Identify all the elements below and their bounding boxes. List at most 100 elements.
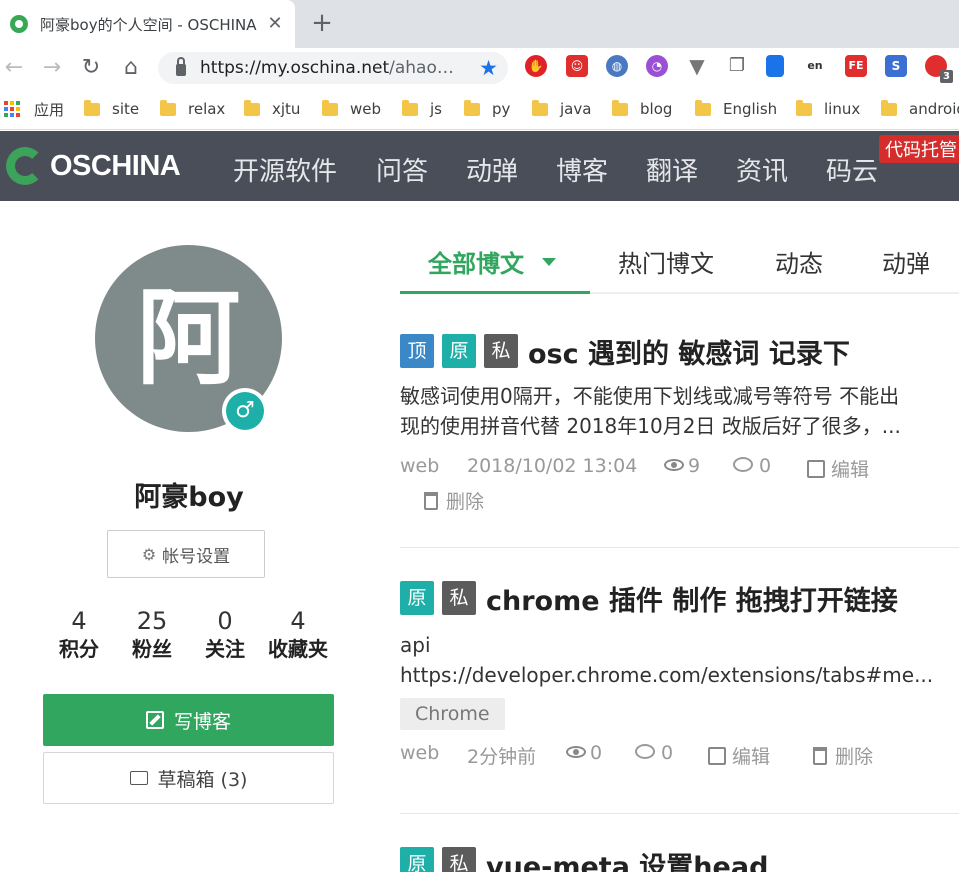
bookmark-folder[interactable]: site — [84, 98, 139, 120]
nav-gitee[interactable]: 码云 — [826, 151, 878, 188]
stat-favorites[interactable]: 4 收藏夹 — [262, 606, 334, 662]
post-time: 2018/10/02 13:04 — [467, 455, 638, 477]
new-tab-button[interactable]: + — [308, 10, 336, 38]
folder-icon — [612, 99, 628, 116]
forward-icon[interactable]: → — [38, 54, 66, 82]
private-tag: 私 — [442, 847, 476, 872]
bookmark-folder[interactable]: xjtu — [244, 98, 300, 120]
post-title[interactable]: osc 遇到的 敏感词 记录下 — [528, 332, 850, 371]
tab-hot-posts[interactable]: 热门博文 — [618, 244, 714, 279]
blog-post: 原 私 vue-meta 设置head — [400, 846, 959, 872]
blue-bookmark-icon[interactable] — [766, 55, 784, 77]
trash-icon — [424, 491, 438, 510]
folder-icon — [84, 99, 100, 116]
bookmark-folder[interactable]: android — [881, 98, 959, 120]
tab-close-icon[interactable]: ✕ — [265, 14, 285, 34]
bookmarks-bar: 应用 site relax xjtu web js py java blog E… — [0, 88, 959, 130]
site-navbar: OSCHINA 开源软件 问答 动弹 博客 翻译 资讯 码云 代码托管 — [0, 131, 959, 201]
apps-icon — [4, 101, 20, 117]
bookmark-extension-icon[interactable]: ❐ — [726, 55, 748, 77]
oschina-logo[interactable]: OSCHINA — [6, 147, 181, 185]
translate-extension-icon[interactable]: en — [804, 55, 826, 77]
post-meta: web 2分钟前 0 0 编辑 删除 — [400, 742, 959, 774]
url-text: https://my.oschina.net/ahao… — [200, 58, 454, 78]
delete-link[interactable]: 删除 — [813, 742, 873, 769]
post-divider — [400, 547, 959, 548]
male-icon: ♂ — [226, 392, 264, 430]
post-category[interactable]: web — [400, 742, 439, 764]
s-extension-icon[interactable]: S — [885, 55, 907, 77]
edit-icon — [145, 711, 164, 729]
bookmark-star-icon[interactable]: ★ — [479, 56, 498, 80]
bookmark-folder[interactable]: js — [402, 98, 442, 120]
folder-icon — [695, 99, 711, 116]
bookmark-folder[interactable]: blog — [612, 98, 672, 120]
reload-icon[interactable]: ↻ — [77, 54, 105, 82]
post-category[interactable]: web — [400, 455, 439, 477]
drafts-button[interactable]: 草稿箱 (3) — [43, 752, 334, 804]
tab-all-posts[interactable]: 全部博文 — [428, 244, 556, 279]
back-icon[interactable]: ← — [0, 54, 28, 82]
bookmark-folder[interactable]: web — [322, 98, 381, 120]
oschina-logo-icon — [6, 147, 44, 185]
edit-link[interactable]: 编辑 — [708, 742, 770, 769]
account-settings-button[interactable]: ⚙ 帐号设置 — [107, 530, 265, 578]
folder-icon — [881, 99, 897, 116]
nav-blog[interactable]: 博客 — [556, 151, 608, 188]
browser-tab[interactable]: 阿豪boy的个人空间 - OSCHINA ✕ — [0, 0, 295, 48]
gender-badge: ♂ — [222, 388, 268, 434]
adblock-extension-icon[interactable]: ✋ — [525, 55, 547, 77]
extension-v-icon[interactable]: ▼ — [686, 55, 708, 77]
extension-globe-icon[interactable]: ◍ — [606, 55, 628, 77]
tab-activity[interactable]: 动态 — [775, 244, 823, 279]
code-hosting-badge[interactable]: 代码托管 — [879, 135, 959, 163]
bookmark-folder[interactable]: linux — [796, 98, 860, 120]
address-bar[interactable]: https://my.oschina.net/ahao… ★ — [158, 52, 508, 84]
extension-red-icon[interactable]: ☺ — [566, 55, 588, 77]
active-tab-indicator — [400, 291, 590, 294]
bookmark-apps[interactable]: 应用 — [4, 98, 64, 120]
stat-points[interactable]: 4 积分 — [43, 606, 115, 662]
folder-icon — [796, 99, 812, 116]
tab-title: 阿豪boy的个人空间 - OSCHINA — [40, 15, 257, 34]
post-time: 2分钟前 — [467, 746, 537, 768]
stat-following[interactable]: 0 关注 — [189, 606, 261, 662]
edit-icon — [708, 746, 726, 765]
nav-news[interactable]: 资讯 — [736, 151, 788, 188]
folder-icon — [160, 99, 176, 116]
nav-tweets[interactable]: 动弹 — [466, 151, 518, 188]
post-title[interactable]: vue-meta 设置head — [486, 846, 768, 872]
bookmark-folder[interactable]: relax — [160, 98, 225, 120]
original-tag: 原 — [442, 334, 476, 368]
folder-icon — [322, 99, 338, 116]
comment-count[interactable]: 0 — [635, 742, 673, 764]
bookmark-folder[interactable]: py — [464, 98, 510, 120]
extension-badge: 3 — [940, 70, 953, 83]
oschina-favicon-icon — [10, 15, 28, 33]
edit-icon — [807, 459, 825, 478]
stat-followers[interactable]: 25 粉丝 — [116, 606, 188, 662]
nav-translate[interactable]: 翻译 — [646, 151, 698, 188]
blog-post: 原 私 chrome 插件 制作 拖拽打开链接 api https://deve… — [400, 580, 959, 774]
gear-icon: ⚙ — [141, 544, 157, 564]
bookmark-folder[interactable]: java — [532, 98, 591, 120]
post-tag-chip[interactable]: Chrome — [400, 698, 505, 730]
nav-questions[interactable]: 问答 — [376, 151, 428, 188]
write-blog-button[interactable]: 写博客 — [43, 694, 334, 746]
comment-count[interactable]: 0 — [733, 455, 771, 477]
caret-down-icon[interactable] — [542, 258, 556, 266]
post-excerpt: api https://developer.chrome.com/extensi… — [400, 633, 934, 687]
extension-purple-icon[interactable]: ◔ — [646, 55, 668, 77]
nav-open-source[interactable]: 开源软件 — [233, 151, 337, 188]
original-tag: 原 — [400, 847, 434, 872]
red-extension-icon[interactable]: 3 — [925, 55, 953, 83]
edit-link[interactable]: 编辑 — [807, 455, 869, 482]
post-title[interactable]: chrome 插件 制作 拖拽打开链接 — [486, 579, 898, 618]
tab-tweets[interactable]: 动弹 — [882, 244, 930, 279]
post-excerpt: 敏感词使用0隔开，不能使用下划线或减号等符号 不能出 现的使用拼音代替 2018… — [400, 384, 901, 438]
bookmark-folder[interactable]: English — [695, 98, 777, 120]
home-icon[interactable]: ⌂ — [117, 54, 145, 82]
private-tag: 私 — [484, 334, 518, 368]
delete-link[interactable]: 删除 — [424, 487, 484, 514]
fe-extension-icon[interactable]: FE — [845, 55, 867, 77]
